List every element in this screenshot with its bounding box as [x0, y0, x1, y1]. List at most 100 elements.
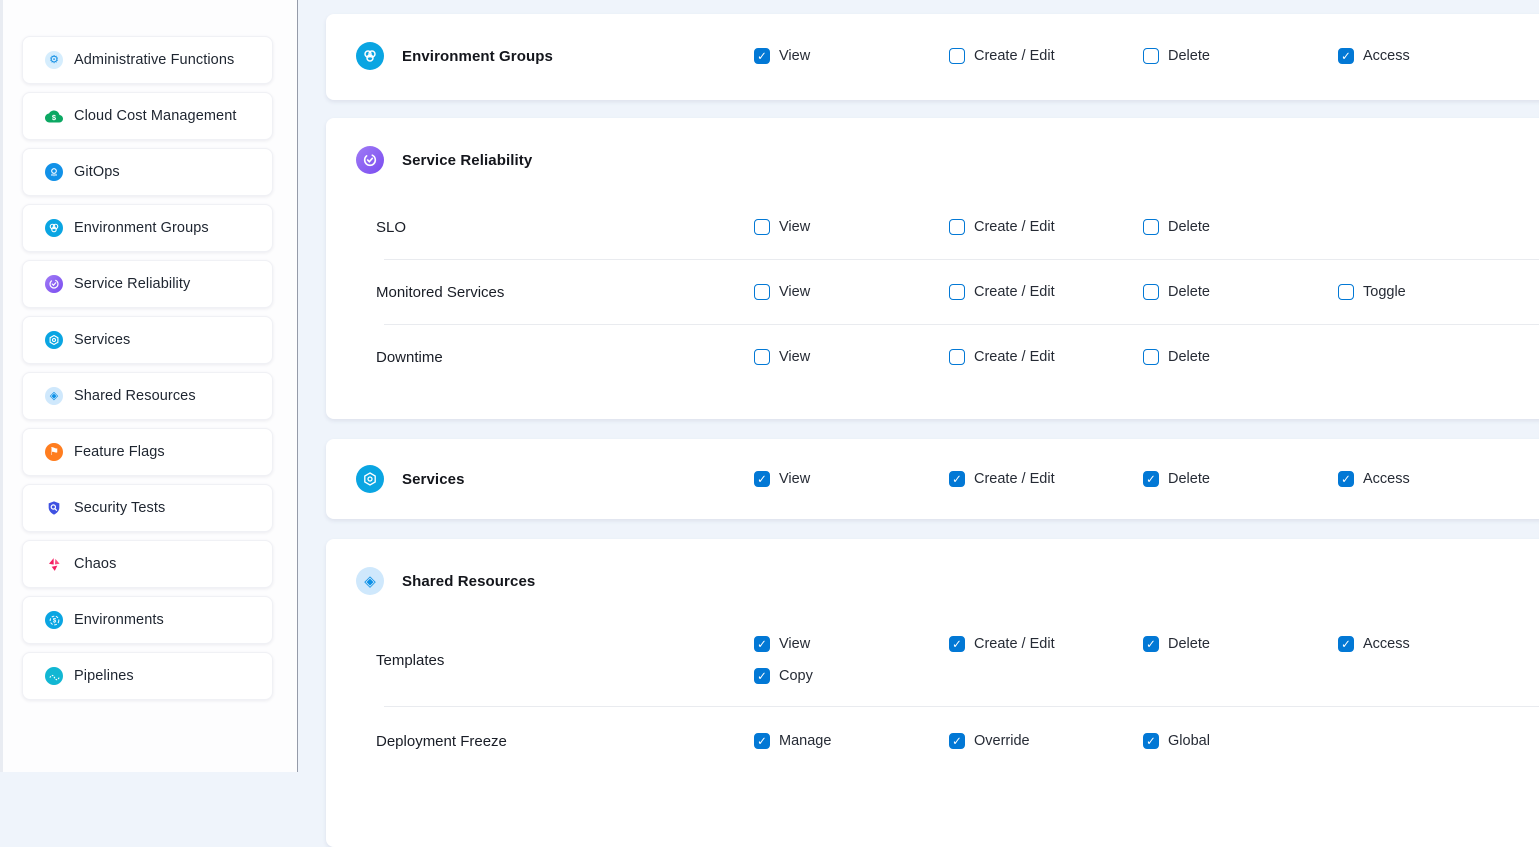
- environments-icon: $: [45, 611, 63, 629]
- permission-delete[interactable]: Delete: [1143, 347, 1338, 367]
- permission-delete[interactable]: Delete: [1143, 634, 1338, 654]
- permission-create-edit[interactable]: Create / Edit: [949, 469, 1143, 489]
- sidebar-item-shared-resources[interactable]: ◈ Shared Resources: [22, 372, 273, 420]
- permission-create-edit[interactable]: Create / Edit: [949, 634, 1143, 654]
- permission-view[interactable]: View: [754, 282, 949, 302]
- permission-access[interactable]: Access: [1338, 46, 1523, 66]
- resource-label: Monitored Services: [356, 284, 754, 301]
- resource-label: Templates: [356, 652, 754, 669]
- checkbox[interactable]: [949, 471, 965, 487]
- permission-delete[interactable]: Delete: [1143, 217, 1338, 237]
- checkbox[interactable]: [1143, 284, 1159, 300]
- svg-text:$: $: [52, 618, 56, 624]
- module-card-services: Services View Create / Edit Delete Acces…: [326, 439, 1539, 519]
- service-reliability-icon: [45, 275, 63, 293]
- sidebar-item-label: Service Reliability: [74, 276, 190, 292]
- permission-label: Delete: [1168, 219, 1210, 235]
- services-icon: [356, 465, 384, 493]
- sidebar-item-label: Services: [74, 332, 130, 348]
- permission-label: View: [779, 284, 810, 300]
- shared-resources-icon: ◈: [356, 567, 384, 595]
- permission-create-edit[interactable]: Create / Edit: [949, 282, 1143, 302]
- permission-create-edit[interactable]: Create / Edit: [949, 347, 1143, 367]
- sidebar-item-label: Shared Resources: [74, 388, 196, 404]
- sidebar-item-gitops[interactable]: GitOps: [22, 148, 273, 196]
- checkbox[interactable]: [1338, 284, 1354, 300]
- sidebar-item-environments[interactable]: $ Environments: [22, 596, 273, 644]
- permission-copy[interactable]: Copy: [754, 666, 949, 686]
- security-shield-icon: [45, 499, 63, 517]
- resource-label: Downtime: [356, 349, 754, 366]
- permission-view[interactable]: View: [754, 469, 949, 489]
- checkbox[interactable]: [754, 219, 770, 235]
- sidebar-item-label: Pipelines: [74, 668, 134, 684]
- sidebar-item-label: Environments: [74, 612, 164, 628]
- environment-groups-icon: [356, 42, 384, 70]
- permission-view[interactable]: View: [754, 634, 949, 654]
- checkbox[interactable]: [754, 733, 770, 749]
- permission-view[interactable]: View: [754, 217, 949, 237]
- checkbox[interactable]: [1338, 471, 1354, 487]
- checkbox[interactable]: [754, 349, 770, 365]
- checkbox[interactable]: [754, 48, 770, 64]
- cloud-dollar-icon: $: [45, 107, 63, 125]
- checkbox[interactable]: [1143, 48, 1159, 64]
- permission-label: Delete: [1168, 471, 1210, 487]
- permission-label: Delete: [1168, 349, 1210, 365]
- sidebar-item-services[interactable]: Services: [22, 316, 273, 364]
- service-reliability-icon: [356, 146, 384, 174]
- gitops-icon: [45, 163, 63, 181]
- sidebar-item-environment-groups[interactable]: Environment Groups: [22, 204, 273, 252]
- checkbox[interactable]: [949, 284, 965, 300]
- checkbox[interactable]: [1143, 733, 1159, 749]
- checkbox[interactable]: [754, 636, 770, 652]
- permission-manage[interactable]: Manage: [754, 731, 949, 751]
- permission-delete[interactable]: Delete: [1143, 282, 1338, 302]
- checkbox[interactable]: [1143, 349, 1159, 365]
- sidebar-item-pipelines[interactable]: Pipelines: [22, 652, 273, 700]
- sidebar-item-chaos[interactable]: Chaos: [22, 540, 273, 588]
- module-title: Services: [402, 471, 465, 488]
- sidebar-item-service-reliability[interactable]: Service Reliability: [22, 260, 273, 308]
- checkbox[interactable]: [949, 48, 965, 64]
- permission-override[interactable]: Override: [949, 731, 1143, 751]
- checkbox[interactable]: [1143, 471, 1159, 487]
- checkbox[interactable]: [949, 636, 965, 652]
- permission-create-edit[interactable]: Create / Edit: [949, 217, 1143, 237]
- checkbox[interactable]: [949, 349, 965, 365]
- permission-label: Delete: [1168, 284, 1210, 300]
- permission-access[interactable]: Access: [1338, 634, 1539, 654]
- sidebar-item-label: Security Tests: [74, 500, 165, 516]
- sidebar-item-administrative-functions[interactable]: ⚙ Administrative Functions: [22, 36, 273, 84]
- services-icon: [45, 331, 63, 349]
- sidebar-item-label: GitOps: [74, 164, 120, 180]
- checkbox[interactable]: [754, 668, 770, 684]
- sidebar-item-feature-flags[interactable]: ⚑ Feature Flags: [22, 428, 273, 476]
- checkbox[interactable]: [1143, 636, 1159, 652]
- permission-view[interactable]: View: [754, 46, 949, 66]
- permission-create-edit[interactable]: Create / Edit: [949, 46, 1143, 66]
- sidebar-item-cloud-cost-management[interactable]: $ Cloud Cost Management: [22, 92, 273, 140]
- checkbox[interactable]: [754, 284, 770, 300]
- permission-toggle[interactable]: Toggle: [1338, 282, 1539, 302]
- sidebar-item-label: Chaos: [74, 556, 116, 572]
- permission-label: View: [779, 219, 810, 235]
- checkbox[interactable]: [949, 219, 965, 235]
- permission-row-templates: Templates View Copy Create / Edit Delete: [356, 616, 1539, 706]
- checkbox[interactable]: [949, 733, 965, 749]
- checkbox[interactable]: [1143, 219, 1159, 235]
- permission-row-downtime: Downtime View Create / Edit Delete: [356, 325, 1539, 389]
- checkbox[interactable]: [1338, 636, 1354, 652]
- permission-delete[interactable]: Delete: [1143, 46, 1338, 66]
- gear-icon: ⚙: [45, 51, 63, 69]
- permission-view[interactable]: View: [754, 347, 949, 367]
- sidebar-item-security-tests[interactable]: Security Tests: [22, 484, 273, 532]
- permission-global[interactable]: Global: [1143, 731, 1338, 751]
- sidebar-item-label: Environment Groups: [74, 220, 209, 236]
- permission-label: Access: [1363, 636, 1410, 652]
- checkbox[interactable]: [754, 471, 770, 487]
- permission-delete[interactable]: Delete: [1143, 469, 1338, 489]
- checkbox[interactable]: [1338, 48, 1354, 64]
- permission-access[interactable]: Access: [1338, 469, 1523, 489]
- permission-label: View: [779, 471, 810, 487]
